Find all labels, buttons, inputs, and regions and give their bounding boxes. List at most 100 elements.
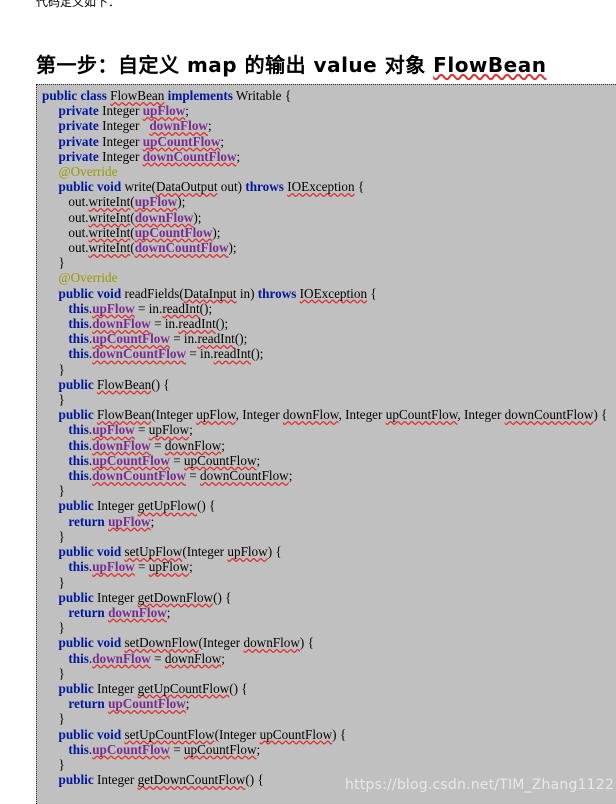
code-token-pln	[42, 286, 58, 301]
code-token-pln: ;	[189, 422, 193, 438]
code-token-pln	[42, 164, 58, 179]
code-token-pln-sq: upFlow	[148, 422, 190, 438]
code-token-kw: throws	[257, 285, 297, 301]
code-token-pln: {	[354, 179, 365, 195]
code-token-pln-sq: readInt	[197, 331, 235, 347]
code-token-pln: () {	[229, 680, 248, 696]
page-title: 第一步：自定义 map 的输出 value 对象 FlowBean	[36, 49, 546, 78]
code-token-pln	[42, 422, 68, 437]
code-token-pln	[42, 316, 68, 331]
code-token-pln: ();	[199, 300, 213, 316]
code-token-pln-sq: DataInput	[183, 285, 237, 301]
code-token-pln: () {	[213, 589, 232, 605]
code-token-fld: upFlow	[92, 422, 135, 438]
code-token-pln: ();	[215, 316, 229, 332]
code-token-pln-sq: writeInt	[88, 209, 131, 225]
code-token-fld: upCountFlow	[92, 452, 170, 468]
code-token-pln: ) {	[267, 544, 282, 560]
code-token-pln	[42, 149, 58, 164]
code-line: @Override	[42, 270, 614, 285]
code-token-pln	[42, 103, 58, 118]
code-token-pln: ) {	[299, 635, 314, 651]
code-token-pln: (Integer	[214, 726, 260, 742]
code-token-kw: public	[58, 680, 94, 696]
code-token-pln: (Integer	[151, 407, 197, 423]
code-token-fld: downCountFlow	[92, 346, 187, 362]
code-token-pln-sq: upCountFlow	[183, 452, 257, 468]
code-token-pln: =	[150, 437, 165, 453]
code-line: this.upFlow = upFlow;	[42, 559, 614, 574]
code-token-pln	[42, 270, 58, 285]
code-token-kw: this	[68, 741, 89, 757]
code-token-pln-sq: DataOutput	[155, 179, 218, 195]
code-token-pln-sq: downFlow	[243, 635, 300, 651]
code-token-pln: ;	[189, 559, 193, 575]
code-token-pln: =	[186, 468, 201, 484]
code-token-pln-sq: downFlow	[164, 437, 222, 453]
code-token-pln: = in.	[186, 346, 214, 362]
code-token-pln-sq: upCountFlow	[183, 741, 257, 757]
code-token-pln-sq: getDownCountFlow	[137, 772, 246, 788]
code-token-pln: );	[212, 224, 221, 240]
code-token-pln: {	[367, 285, 377, 301]
code-token-pln: Integer	[98, 118, 150, 134]
code-token-pln: Integer	[98, 148, 143, 164]
code-line: out.writeInt(upCountFlow);	[42, 225, 614, 240]
code-token-pln-sq: setDownFlow	[124, 635, 199, 651]
code-token-pln: }	[42, 361, 65, 377]
code-token-ann: @Override	[58, 164, 118, 180]
code-token-fld: downFlow	[92, 437, 151, 453]
code-token-pln: out.	[42, 209, 89, 225]
code-token-kw: public	[58, 772, 94, 788]
code-token-pln: , Integer	[338, 407, 386, 423]
code-token-fld: downFlow	[108, 604, 167, 620]
code-line: private Integer upFlow;	[42, 103, 614, 118]
code-token-pln-sq: setUpCountFlow	[124, 726, 215, 742]
code-token-pln	[42, 772, 58, 787]
code-token-pln: = in.	[169, 331, 198, 347]
code-token-pln-sq: upFlow	[196, 407, 236, 423]
code-token-kw: private	[58, 148, 99, 164]
code-token-pln-sq: downCountFlow	[200, 468, 289, 484]
code-token-pln-sq: FlowBean	[96, 376, 152, 392]
page-title-prefix: 第一步：自定义 map 的输出 value 对象	[36, 53, 434, 78]
code-token-pln	[42, 438, 68, 453]
code-token-pln: );	[177, 194, 186, 210]
code-token-pln: in)	[236, 285, 258, 301]
code-token-pln-sq: upCountFlow	[259, 726, 333, 742]
code-token-pln	[42, 559, 68, 574]
code-token-pln: Integer	[98, 133, 143, 149]
code-token-pln	[42, 453, 68, 468]
code-token-pln: () {	[245, 772, 264, 788]
code-token-pln: }	[42, 528, 65, 544]
code-token-kw: this	[68, 437, 89, 453]
code-token-pln-sq: readInt	[178, 316, 216, 332]
code-line: out.writeInt(upFlow);	[42, 194, 614, 209]
code-token-fld: upFlow	[92, 300, 135, 316]
code-token-pln: ;	[185, 696, 190, 712]
code-line: this.downCountFlow = in.readInt();	[42, 346, 614, 361]
code-line: private Integer downFlow;	[42, 118, 614, 133]
code-token-pln: }	[42, 620, 65, 636]
code-line: public void write(DataOutput out) throws…	[42, 179, 614, 194]
code-listing: public class FlowBean implements Writabl…	[37, 88, 616, 787]
code-token-kw: public void	[58, 544, 122, 560]
code-token-pln: =	[150, 650, 165, 666]
code-line: }	[42, 620, 614, 635]
code-token-pln: }	[42, 711, 65, 727]
code-token-pln-sq: getUpCountFlow	[137, 680, 230, 696]
code-token-pln: ;	[288, 468, 293, 484]
code-token-fld: downCountFlow	[92, 468, 187, 484]
code-token-pln: Writable {	[232, 88, 292, 103]
code-token-pln-sq: setUpFlow	[124, 544, 183, 560]
code-token-fld: upCountFlow	[134, 224, 213, 240]
code-token-pln	[42, 727, 58, 742]
code-line: public void setDownFlow(Integer downFlow…	[42, 635, 614, 650]
code-token-pln: Integer	[93, 589, 138, 605]
code-block: public class FlowBean implements Writabl…	[36, 84, 616, 804]
code-token-fld: upCountFlow	[142, 133, 221, 149]
code-token-kw: private	[58, 118, 99, 134]
code-token-pln: }	[42, 756, 65, 772]
code-token-pln: }	[42, 483, 65, 499]
code-token-pln: = in.	[150, 316, 179, 332]
